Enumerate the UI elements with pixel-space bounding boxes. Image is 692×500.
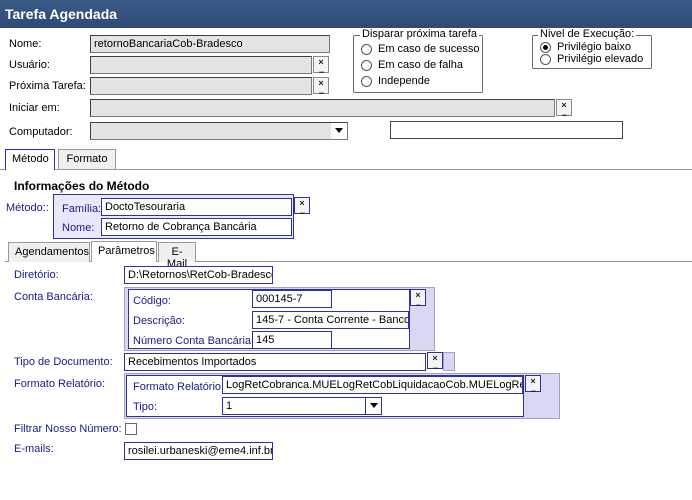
radio-falha[interactable] <box>361 60 372 71</box>
tab-formato-label: Formato <box>66 153 108 165</box>
more-icon: ... <box>318 86 325 96</box>
radio-privilegio-baixo[interactable] <box>540 42 551 53</box>
tab-metodo[interactable]: Método <box>5 149 55 170</box>
familia-field[interactable]: DoctoTesouraria <box>101 198 292 216</box>
descricao-field[interactable]: 145-7 - Conta Corrente - Banco Brades <box>252 311 409 329</box>
computador-label: Computador: <box>9 126 73 138</box>
tipo-documento-side <box>443 352 455 371</box>
usuario-field[interactable] <box>90 56 312 74</box>
metodo-label: Método:: <box>6 202 49 214</box>
filtrar-nosso-numero-label: Filtrar Nosso Número: <box>14 423 122 435</box>
radio-falha-label: Em caso de falha <box>378 59 463 71</box>
iniciar-em-label: Iniciar em: <box>9 102 60 114</box>
computador-extra-field[interactable] <box>390 121 623 139</box>
iniciar-em-lookup-button[interactable]: × ... <box>556 99 572 118</box>
formato-lookup-button[interactable]: × ... <box>525 375 541 394</box>
tab-parametros-label: Parâmetros <box>98 245 155 257</box>
more-icon: ... <box>432 361 439 371</box>
tab-formato[interactable]: Formato <box>58 149 116 169</box>
metodo-lookup-button[interactable]: × ... <box>294 197 310 216</box>
emails-label: E-mails: <box>14 443 54 455</box>
tab-email[interactable]: E-Mail <box>158 242 196 270</box>
conta-lookup-button[interactable]: × ... <box>410 289 426 308</box>
tipo-select[interactable]: 1 <box>222 397 382 415</box>
metodo-heading: Informações do Método <box>14 179 150 193</box>
tipo-dropdown-icon[interactable] <box>365 398 381 414</box>
usuario-label: Usuário: <box>9 59 50 71</box>
tipo-documento-field[interactable]: Recebimentos Importados <box>124 353 426 371</box>
formato-relatorio-field[interactable]: LogRetCobranca.MUELogRetCobLiquidacaoCob… <box>222 376 523 394</box>
nome-label: Nome: <box>9 38 42 50</box>
window-title: Tarefa Agendada <box>5 6 118 22</box>
metodo-nome-field[interactable]: Retorno de Cobrança Bancária <box>101 218 292 236</box>
proxima-tarefa-lookup-button[interactable]: × ... <box>313 77 329 96</box>
codigo-field[interactable]: 000145-7 <box>252 290 332 308</box>
more-icon: ... <box>530 384 537 394</box>
tipo-label: Tipo: <box>133 401 158 413</box>
tab-parametros[interactable]: Parâmetros <box>91 241 157 262</box>
radio-sucesso-label: Em caso de sucesso <box>378 43 480 55</box>
tipo-documento-lookup-button[interactable]: × ... <box>427 352 443 371</box>
radio-sucesso[interactable] <box>361 44 372 55</box>
radio-privilegio-baixo-label: Privilégio baixo <box>557 41 631 53</box>
radio-privilegio-elevado-label: Privilégio elevado <box>557 53 644 65</box>
formato-inner-label: Formato Relatório: <box>133 381 225 393</box>
conta-bancaria-label: Conta Bancária: <box>14 291 93 303</box>
usuario-lookup-button[interactable]: × ... <box>313 56 329 75</box>
iniciar-em-field[interactable] <box>90 99 555 117</box>
radio-independe-label: Independe <box>378 75 430 87</box>
radio-independe[interactable] <box>361 76 372 87</box>
familia-label: Família: <box>62 203 102 215</box>
proxima-tarefa-field[interactable] <box>90 77 312 95</box>
codigo-label: Código: <box>133 295 171 307</box>
tabs-divider <box>0 169 692 170</box>
formato-relatorio-label: Formato Relatório: <box>14 378 106 390</box>
chevron-down-icon[interactable] <box>331 123 347 139</box>
numero-conta-field[interactable]: 145 <box>252 331 332 349</box>
more-icon: ... <box>561 108 568 118</box>
tab-metodo-label: Método <box>12 153 49 165</box>
radio-privilegio-elevado[interactable] <box>540 54 551 65</box>
filtrar-nosso-numero-checkbox[interactable] <box>125 423 137 435</box>
more-icon: ... <box>299 206 306 216</box>
nome-field[interactable]: retornoBancariaCob-Bradesco <box>90 35 330 53</box>
proxima-tarefa-label: Próxima Tarefa: <box>9 80 86 92</box>
tipo-documento-label: Tipo de Documento: <box>14 356 113 368</box>
tab-agendamentos-label: Agendamentos <box>15 246 89 258</box>
more-icon: ... <box>318 65 325 75</box>
metodo-nome-label: Nome: <box>62 222 95 234</box>
more-icon: ... <box>415 298 422 308</box>
disparar-legend: Disparar próxima tarefa <box>360 28 479 40</box>
window-title-bar: Tarefa Agendada <box>0 0 692 28</box>
diretorio-field[interactable]: D:\Retornos\RetCob-Bradesco <box>124 266 273 284</box>
computador-select[interactable] <box>90 122 348 140</box>
emails-field[interactable]: rosilei.urbaneski@eme4.inf.br;ro <box>124 442 273 460</box>
descricao-label: Descrição: <box>133 315 185 327</box>
numero-conta-label: Número Conta Bancária: <box>133 335 255 347</box>
nivel-legend: Nivel de Execução: <box>538 28 637 40</box>
tab-agendamentos[interactable]: Agendamentos <box>8 242 90 262</box>
diretorio-label: Diretório: <box>14 269 59 281</box>
